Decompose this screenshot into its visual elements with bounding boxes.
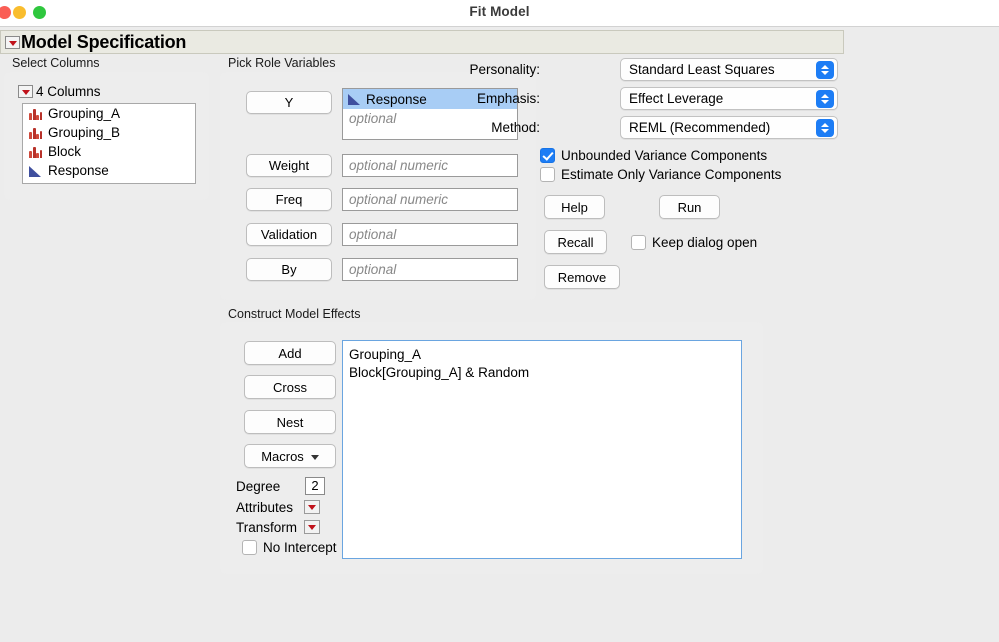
list-item[interactable]: Response bbox=[23, 161, 195, 180]
column-name: Block bbox=[48, 144, 82, 159]
column-name: Grouping_B bbox=[48, 125, 121, 140]
unbounded-variance-label: Unbounded Variance Components bbox=[561, 148, 768, 163]
nominal-icon bbox=[29, 146, 42, 158]
window-titlebar: Fit Model bbox=[0, 0, 999, 27]
chevron-down-icon bbox=[310, 454, 319, 460]
estimate-only-variance-checkbox[interactable] bbox=[540, 167, 555, 182]
columns-count-label: 4 Columns bbox=[36, 84, 101, 99]
by-button[interactable]: By bbox=[246, 258, 332, 281]
validation-button[interactable]: Validation bbox=[246, 223, 332, 246]
unbounded-variance-checkbox-row[interactable]: Unbounded Variance Components bbox=[540, 148, 767, 163]
role-row-validation: Validation bbox=[246, 223, 332, 246]
chevron-updown-icon[interactable] bbox=[816, 119, 834, 137]
model-specification-header: Model Specification bbox=[0, 30, 844, 54]
nest-button[interactable]: Nest bbox=[244, 410, 336, 434]
run-button[interactable]: Run bbox=[659, 195, 720, 219]
degree-input[interactable]: 2 bbox=[305, 477, 325, 495]
y-value: Response bbox=[366, 91, 427, 107]
nominal-icon bbox=[29, 127, 42, 139]
keep-dialog-open-checkbox[interactable] bbox=[631, 235, 646, 250]
transform-label: Transform bbox=[236, 520, 298, 535]
weight-field[interactable]: optional numeric bbox=[342, 154, 518, 177]
add-button[interactable]: Add bbox=[244, 341, 336, 365]
unbounded-variance-checkbox[interactable] bbox=[540, 148, 555, 163]
model-specification-title: Model Specification bbox=[21, 32, 187, 52]
emphasis-dropdown[interactable]: Effect Leverage bbox=[620, 87, 838, 110]
columns-disclosure-icon[interactable] bbox=[18, 85, 33, 98]
freq-field[interactable]: optional numeric bbox=[342, 188, 518, 211]
continuous-icon bbox=[348, 93, 361, 105]
keep-dialog-open-row[interactable]: Keep dialog open bbox=[631, 235, 757, 250]
by-field[interactable]: optional bbox=[342, 258, 518, 281]
no-intercept-checkbox[interactable] bbox=[242, 540, 257, 555]
estimate-only-variance-checkbox-row[interactable]: Estimate Only Variance Components bbox=[540, 167, 781, 182]
personality-dropdown[interactable]: Standard Least Squares bbox=[620, 58, 838, 81]
pick-role-variables-label: Pick Role Variables bbox=[228, 56, 336, 70]
columns-count-header[interactable]: 4 Columns bbox=[18, 84, 101, 99]
method-label: Method: bbox=[491, 120, 540, 135]
effects-list[interactable]: Grouping_A Block[Grouping_A] & Random bbox=[342, 340, 742, 559]
role-row-weight: Weight bbox=[246, 154, 332, 177]
list-item[interactable]: Block bbox=[23, 142, 195, 161]
pick-role-variables-panel: Y Response optional Weight optional nume… bbox=[220, 72, 536, 300]
attributes-label: Attributes bbox=[236, 500, 294, 515]
list-item[interactable]: Grouping_B bbox=[23, 123, 195, 142]
personality-label: Personality: bbox=[469, 62, 540, 77]
macros-button[interactable]: Macros bbox=[244, 444, 336, 468]
emphasis-label: Emphasis: bbox=[476, 91, 540, 106]
window-title: Fit Model bbox=[469, 4, 530, 19]
validation-field[interactable]: optional bbox=[342, 223, 518, 246]
construct-model-effects-label: Construct Model Effects bbox=[228, 307, 361, 321]
emphasis-value: Effect Leverage bbox=[629, 91, 724, 106]
estimate-only-variance-label: Estimate Only Variance Components bbox=[561, 167, 782, 182]
no-intercept-row[interactable]: No Intercept bbox=[242, 540, 337, 555]
y-button[interactable]: Y bbox=[246, 91, 332, 114]
column-name: Grouping_A bbox=[48, 106, 121, 121]
continuous-icon bbox=[29, 165, 42, 177]
select-columns-label: Select Columns bbox=[12, 56, 100, 70]
help-button[interactable]: Help bbox=[544, 195, 605, 219]
no-intercept-label: No Intercept bbox=[263, 540, 337, 555]
method-dropdown[interactable]: REML (Recommended) bbox=[620, 116, 838, 139]
role-row-by: By bbox=[246, 258, 332, 281]
degree-label: Degree bbox=[236, 479, 281, 494]
list-item[interactable]: Grouping_A bbox=[349, 346, 741, 364]
column-name: Response bbox=[48, 163, 109, 178]
transform-menu-icon[interactable] bbox=[304, 520, 320, 534]
personality-value: Standard Least Squares bbox=[629, 62, 775, 77]
list-item[interactable]: Block[Grouping_A] & Random bbox=[349, 364, 741, 382]
cross-button[interactable]: Cross bbox=[244, 375, 336, 399]
freq-button[interactable]: Freq bbox=[246, 188, 332, 211]
construct-model-effects-panel: Add Cross Nest Macros Degree 2 Attribute… bbox=[220, 322, 763, 574]
recall-button[interactable]: Recall bbox=[544, 230, 607, 254]
weight-button[interactable]: Weight bbox=[246, 154, 332, 177]
chevron-updown-icon[interactable] bbox=[816, 90, 834, 108]
disclosure-triangle-icon[interactable] bbox=[5, 36, 20, 52]
remove-button[interactable]: Remove bbox=[544, 265, 620, 289]
select-columns-panel: 4 Columns Grouping_A Grouping_B Block Re… bbox=[4, 72, 209, 200]
keep-dialog-open-label: Keep dialog open bbox=[652, 235, 758, 250]
role-row-y: Y bbox=[246, 91, 332, 114]
method-value: REML (Recommended) bbox=[629, 120, 771, 135]
nominal-icon bbox=[29, 108, 42, 120]
columns-list[interactable]: Grouping_A Grouping_B Block Response bbox=[22, 103, 196, 184]
role-row-freq: Freq bbox=[246, 188, 332, 211]
list-item[interactable]: Grouping_A bbox=[23, 104, 195, 123]
macros-label: Macros bbox=[261, 448, 304, 464]
chevron-updown-icon[interactable] bbox=[816, 61, 834, 79]
attributes-menu-icon[interactable] bbox=[304, 500, 320, 514]
